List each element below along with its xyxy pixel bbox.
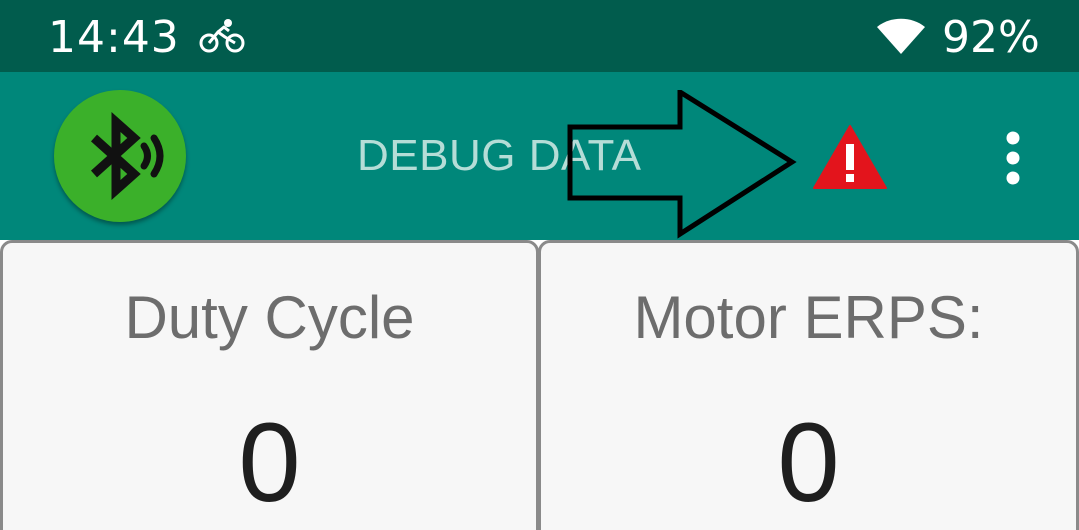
battery-level: 92% (942, 12, 1040, 63)
more-vert-icon[interactable] (996, 130, 1030, 186)
card-value: 0 (777, 400, 840, 525)
status-time: 14:43 (48, 12, 180, 63)
app-bar: DEBUG DATA (0, 72, 1079, 240)
wifi-icon (876, 18, 926, 56)
duty-cycle-card: Duty Cycle 0 (0, 240, 539, 530)
motor-erps-card: Motor ERPS: 0 (538, 240, 1079, 530)
status-bar: 14:43 92% (0, 0, 1079, 72)
bike-icon (198, 18, 246, 54)
arrow-right-outline-icon (564, 87, 800, 240)
screen: 14:43 92% DEBUG DATA Duty Cycle 0 Motor … (0, 0, 1079, 530)
bluetooth-button[interactable] (54, 90, 186, 222)
card-label: Duty Cycle (124, 284, 415, 351)
card-label: Motor ERPS: (633, 284, 984, 351)
card-value: 0 (238, 400, 301, 525)
warning-triangle-icon[interactable] (812, 124, 888, 190)
bluetooth-connecting-icon (90, 111, 164, 201)
